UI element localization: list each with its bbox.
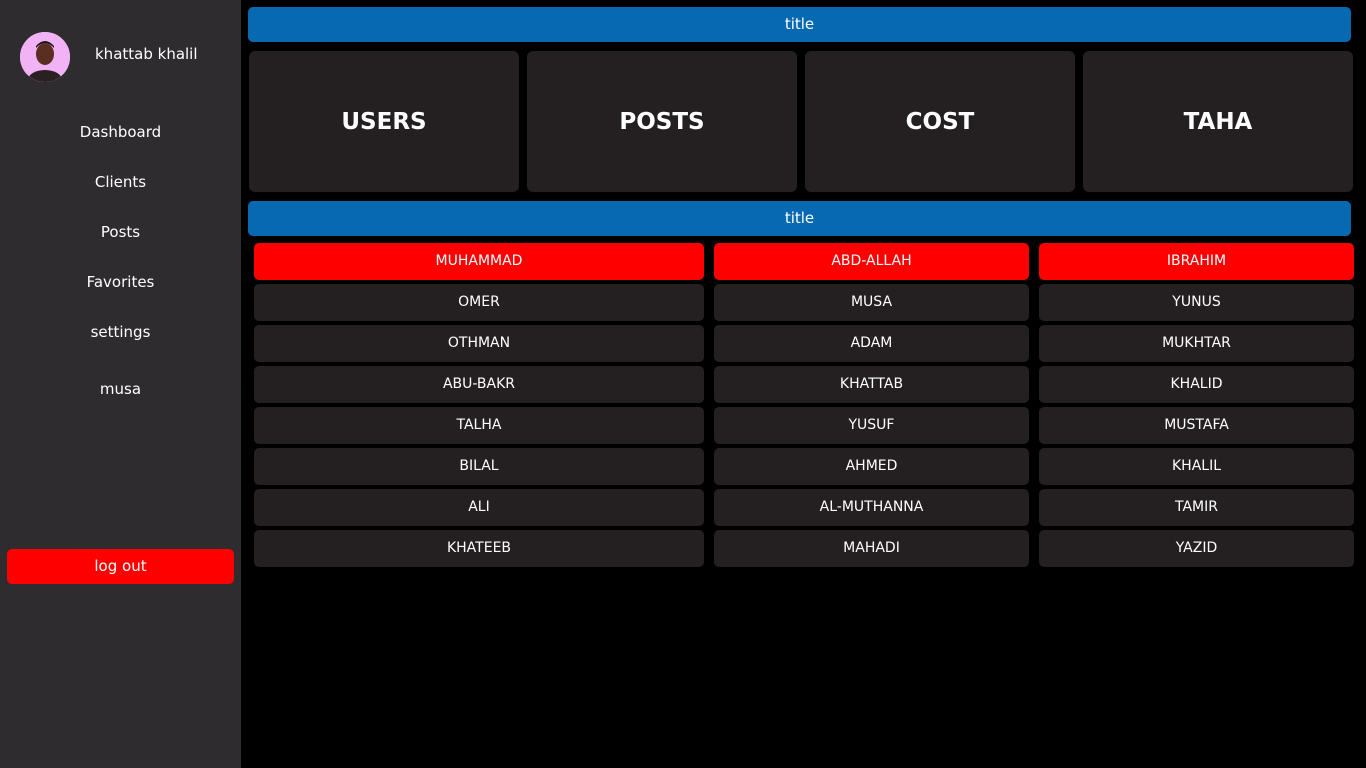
table-cell: MUSTAFA xyxy=(1039,407,1354,444)
table-cell: YUNUS xyxy=(1039,284,1354,321)
nav-item-favorites[interactable]: Favorites xyxy=(0,272,241,292)
table-cell: KHATEEB xyxy=(254,530,704,567)
app: khattab khalil Dashboard Clients Posts F… xyxy=(0,0,1366,768)
table-cell: BILAL xyxy=(254,448,704,485)
table-cell: KHALIL xyxy=(1039,448,1354,485)
table-cell: OMER xyxy=(254,284,704,321)
card-taha[interactable]: TAHA xyxy=(1083,51,1353,192)
profile: khattab khalil xyxy=(20,32,230,82)
table-cell: YAZID xyxy=(1039,530,1354,567)
nav-item-musa[interactable]: musa xyxy=(0,379,241,399)
sidebar: khattab khalil Dashboard Clients Posts F… xyxy=(0,0,241,768)
table-cell: AL-MUTHANNA xyxy=(714,489,1029,526)
table-cell: ABU-BAKR xyxy=(254,366,704,403)
card-users[interactable]: USERS xyxy=(249,51,519,192)
card-cost[interactable]: COST xyxy=(805,51,1075,192)
table-cell: OTHMAN xyxy=(254,325,704,362)
avatar xyxy=(20,32,70,82)
table-header-cell: IBRAHIM xyxy=(1039,243,1354,280)
nav-item-posts[interactable]: Posts xyxy=(0,222,241,242)
table-cell: KHATTAB xyxy=(714,366,1029,403)
card-posts[interactable]: POSTS xyxy=(527,51,797,192)
user-avatar-icon xyxy=(20,32,70,82)
table-cell: MUKHTAR xyxy=(1039,325,1354,362)
table-cell: ADAM xyxy=(714,325,1029,362)
table-header-cell: ABD-ALLAH xyxy=(714,243,1029,280)
title-bar-top: title xyxy=(248,7,1351,42)
title-bar-bottom: title xyxy=(248,201,1351,236)
table-cell: TALHA xyxy=(254,407,704,444)
table-cell: KHALID xyxy=(1039,366,1354,403)
nav-item-clients[interactable]: Clients xyxy=(0,172,241,192)
table-cell: MAHADI xyxy=(714,530,1029,567)
table-cell: AHMED xyxy=(714,448,1029,485)
table-cell: TAMIR xyxy=(1039,489,1354,526)
table-cell: ALI xyxy=(254,489,704,526)
table-header-cell: MUHAMMAD xyxy=(254,243,704,280)
table-cell: YUSUF xyxy=(714,407,1029,444)
nav-item-settings[interactable]: settings xyxy=(0,322,241,342)
nav-item-dashboard[interactable]: Dashboard xyxy=(0,122,241,142)
logout-button[interactable]: log out xyxy=(7,549,234,584)
profile-name: khattab khalil xyxy=(95,45,198,63)
table-cell: MUSA xyxy=(714,284,1029,321)
